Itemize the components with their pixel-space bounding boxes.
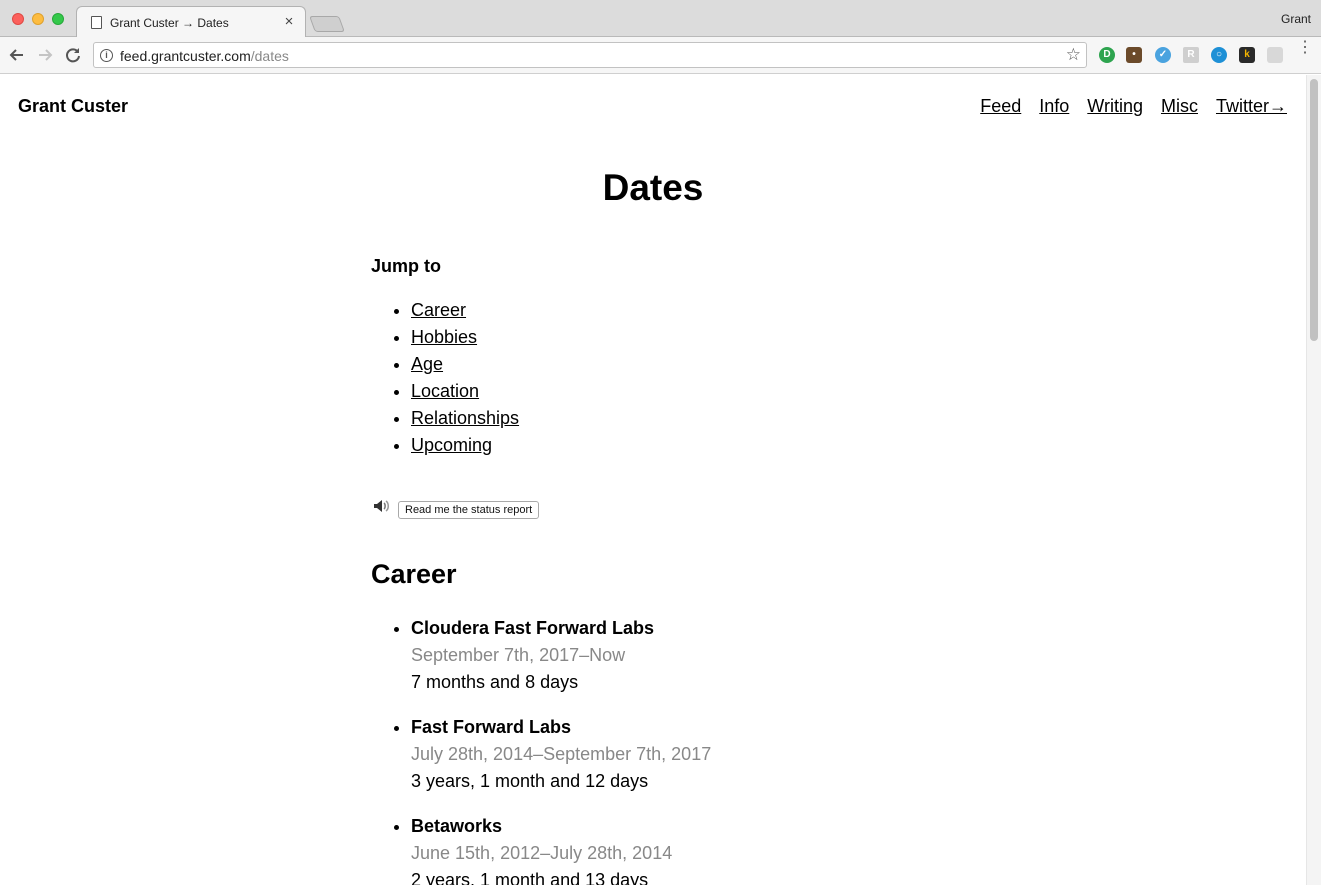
minimize-window-button[interactable] (32, 13, 44, 25)
list-item: Betaworks June 15th, 2012–July 28th, 201… (411, 813, 711, 885)
extension-k-icon[interactable]: k (1239, 47, 1255, 63)
career-duration: 7 months and 8 days (411, 672, 579, 692)
new-tab-button[interactable] (309, 16, 345, 32)
career-list: Cloudera Fast Forward Labs September 7th… (411, 615, 711, 885)
career-duration: 2 years, 1 month and 13 days (411, 870, 649, 885)
jump-link-career[interactable]: Career (411, 300, 466, 320)
extension-ring-icon[interactable]: ○ (1211, 47, 1227, 63)
url-text[interactable]: feed.grantcuster.com/dates (120, 48, 289, 64)
career-date-range: September 7th, 2017–Now (411, 645, 626, 665)
extension-green-icon[interactable]: D (1099, 47, 1115, 63)
career-heading: Career (371, 559, 457, 589)
speaker-icon (371, 496, 391, 516)
close-window-button[interactable] (12, 13, 24, 25)
jump-to-list: Career Hobbies Age Location Relationship… (411, 297, 519, 459)
extension-shield-icon[interactable] (1267, 47, 1283, 63)
forward-icon[interactable] (34, 44, 56, 66)
url-host: feed.grantcuster.com (120, 48, 251, 64)
browser-toolbar: i feed.grantcuster.com/dates ☆ D • ✓ R ○… (0, 37, 1321, 74)
browser-tab-active[interactable]: Grant Custer → Dates × (76, 6, 306, 38)
nav-link-writing[interactable]: Writing (1087, 96, 1143, 117)
jump-link-relationships[interactable]: Relationships (411, 408, 519, 428)
site-nav: Feed Info Writing Misc Twitter→ (980, 96, 1287, 117)
vertical-scrollbar[interactable] (1306, 75, 1321, 885)
list-item: Location (411, 378, 519, 405)
jump-to-heading: Jump to (371, 256, 441, 276)
jump-link-upcoming[interactable]: Upcoming (411, 435, 492, 455)
jump-link-location[interactable]: Location (411, 381, 479, 401)
url-path: /dates (250, 48, 289, 64)
page-title: Dates (602, 167, 704, 208)
tab-title: Grant Custer → Dates (110, 16, 229, 30)
tab-close-icon[interactable]: × (281, 13, 297, 31)
zoom-window-button[interactable] (52, 13, 64, 25)
career-date-range: June 15th, 2012–July 28th, 2014 (411, 843, 673, 863)
list-item: Fast Forward Labs July 28th, 2014–Septem… (411, 714, 711, 795)
jump-link-age[interactable]: Age (411, 354, 443, 374)
extension-r-icon[interactable]: R (1183, 47, 1199, 63)
site-title[interactable]: Grant Custer (18, 96, 128, 117)
list-item: Relationships (411, 405, 519, 432)
tab-bar: Grant Custer → Dates × Grant (0, 0, 1321, 38)
kebab-menu-icon[interactable]: ⋮ (1297, 40, 1313, 56)
extension-brown-icon[interactable]: • (1126, 47, 1142, 63)
reload-icon[interactable] (62, 44, 84, 66)
jump-link-hobbies[interactable]: Hobbies (411, 327, 477, 347)
nav-link-misc[interactable]: Misc (1161, 96, 1198, 117)
nav-link-feed[interactable]: Feed (980, 96, 1021, 117)
back-icon[interactable] (6, 44, 28, 66)
page-icon (91, 16, 102, 29)
address-bar[interactable]: i feed.grantcuster.com/dates ☆ (93, 42, 1087, 68)
list-item: Cloudera Fast Forward Labs September 7th… (411, 615, 711, 696)
read-status-report-button[interactable]: Read me the status report (398, 501, 540, 519)
star-icon[interactable]: ☆ (1066, 45, 1081, 65)
nav-link-info[interactable]: Info (1039, 96, 1069, 117)
scrollbar-thumb[interactable] (1310, 79, 1318, 341)
list-item: Hobbies (411, 324, 519, 351)
nav-link-twitter[interactable]: Twitter→ (1216, 96, 1287, 117)
career-date-range: July 28th, 2014–September 7th, 2017 (411, 744, 712, 764)
page-viewport: Grant Custer Feed Info Writing Misc Twit… (0, 75, 1306, 885)
career-duration: 3 years, 1 month and 12 days (411, 771, 649, 791)
info-icon[interactable]: i (100, 49, 113, 62)
profile-name[interactable]: Grant (1281, 12, 1311, 26)
extension-blue-bird-icon[interactable]: ✓ (1155, 47, 1171, 63)
list-item: Career (411, 297, 519, 324)
list-item: Age (411, 351, 519, 378)
list-item: Upcoming (411, 432, 519, 459)
career-name: Cloudera Fast Forward Labs (411, 618, 655, 638)
career-name: Fast Forward Labs (411, 717, 572, 737)
career-name: Betaworks (411, 816, 503, 836)
